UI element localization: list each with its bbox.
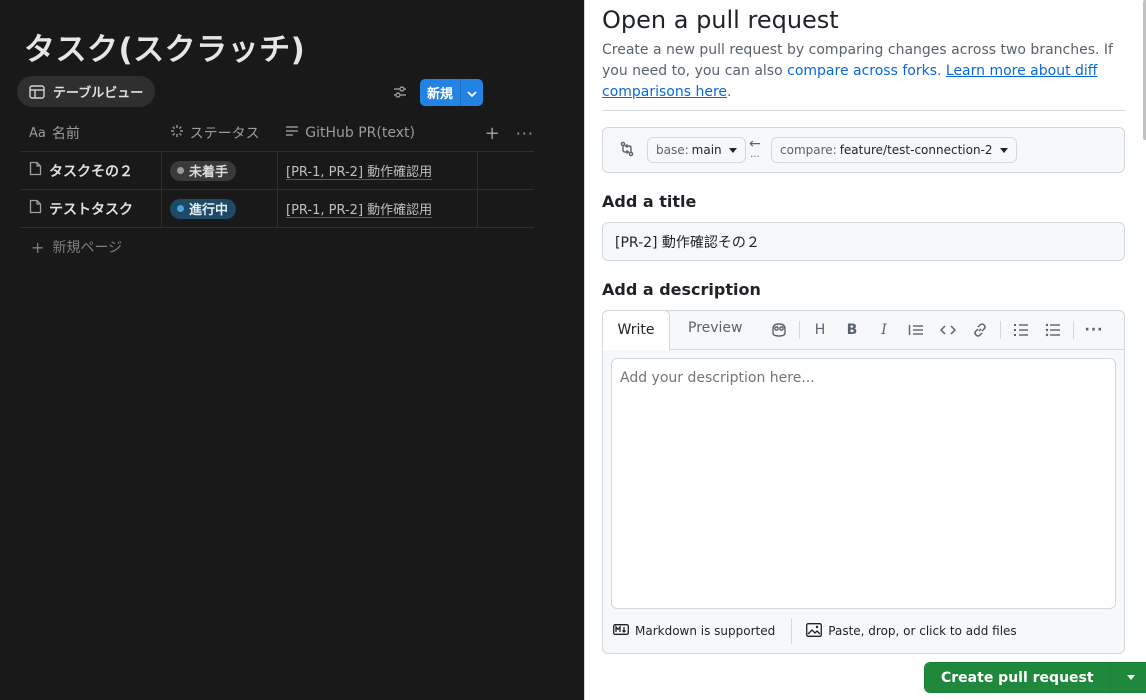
description-textarea[interactable] — [611, 358, 1116, 609]
branch-selector: base: main ← ··· compare: feature/test-co… — [602, 127, 1125, 173]
column-header-status[interactable]: ステータス — [162, 115, 278, 151]
status-badge: 進行中 — [170, 198, 237, 219]
chevron-down-icon — [466, 83, 478, 102]
github-pr-panel: Open a pull request Create a new pull re… — [584, 0, 1146, 700]
copilot-icon[interactable] — [763, 319, 795, 341]
caret-down-icon — [728, 147, 737, 153]
divider — [602, 110, 1125, 111]
notion-panel: タスク(スクラッチ) テーブルビュー 新規 Aa 名前 ステータス GitHub… — [0, 0, 584, 700]
caret-down-icon — [1126, 675, 1135, 680]
page-icon — [29, 199, 42, 218]
table-view-tab[interactable]: テーブルビュー — [17, 76, 156, 107]
table-icon — [29, 84, 45, 99]
page-description: Create a new pull request by comparing c… — [602, 42, 1113, 100]
new-button-group: 新規 — [420, 79, 484, 106]
editor-footer: Markdown is supported Paste, drop, or cl… — [611, 617, 1116, 645]
create-pull-request-button[interactable]: Create pull request — [925, 663, 1110, 692]
column-header-name[interactable]: Aa 名前 — [21, 115, 162, 151]
description-editor: Write Preview H B I ··· Add your descrip… — [602, 310, 1125, 654]
plus-icon[interactable]: + — [485, 123, 500, 144]
description-label: Add a description — [602, 280, 761, 299]
status-badge: 未着手 — [170, 160, 237, 181]
database-table: Aa 名前 ステータス GitHub PR(text) + ··· タスクその２… — [21, 115, 534, 228]
row-name-cell[interactable]: テストタスク — [21, 190, 162, 227]
filter-icon[interactable] — [390, 82, 410, 102]
column-header-github-pr[interactable]: GitHub PR(text) — [277, 115, 476, 151]
title-input[interactable] — [602, 222, 1125, 261]
row-pr-cell[interactable]: [PR-1, PR-2] 動作確認用 — [278, 152, 478, 189]
row-status-cell[interactable]: 進行中 — [162, 190, 278, 227]
table-header: Aa 名前 ステータス GitHub PR(text) + ··· — [21, 115, 534, 152]
unordered-list-icon[interactable] — [1037, 319, 1069, 341]
row-name-cell[interactable]: タスクその２ — [21, 152, 162, 189]
image-icon — [806, 622, 823, 640]
attach-files-button[interactable]: Paste, drop, or click to add files — [806, 622, 1017, 640]
more-icon[interactable]: ··· — [1078, 319, 1110, 341]
quote-icon[interactable] — [900, 319, 932, 341]
git-compare-icon — [619, 141, 635, 161]
bold-icon[interactable]: B — [836, 319, 868, 341]
page-icon — [29, 161, 42, 180]
ordered-list-icon[interactable] — [1005, 319, 1037, 341]
footer-separator — [791, 618, 793, 644]
code-icon[interactable] — [932, 319, 964, 341]
markdown-supported-link[interactable]: Markdown is supported — [613, 624, 775, 638]
add-page-button[interactable]: + 新規ページ — [31, 237, 122, 257]
heading-icon[interactable]: H — [804, 319, 836, 341]
table-row[interactable]: テストタスク 進行中 [PR-1, PR-2] 動作確認用 — [21, 190, 534, 228]
tab-preview[interactable]: Preview — [688, 320, 743, 336]
new-button[interactable]: 新規 — [420, 79, 461, 106]
database-title[interactable]: タスク(スクラッチ) — [24, 24, 305, 69]
toolbar-separator — [1000, 321, 1001, 339]
compare-forks-link[interactable]: compare across forks — [787, 63, 937, 79]
caret-down-icon — [999, 147, 1008, 153]
title-label: Add a title — [602, 192, 697, 211]
link-icon[interactable] — [964, 319, 996, 341]
more-icon[interactable]: ··· — [516, 124, 534, 143]
markdown-icon — [613, 624, 629, 638]
compare-branch-dropdown[interactable]: compare: feature/test-connection-2 — [771, 137, 1017, 163]
lines-icon — [285, 125, 299, 141]
row-status-cell[interactable]: 未着手 — [162, 152, 278, 189]
create-pr-dropdown-button[interactable] — [1109, 663, 1146, 692]
italic-icon[interactable]: I — [868, 319, 900, 341]
base-branch-dropdown[interactable]: base: main — [647, 137, 746, 163]
arrow-left-icon: ← ··· — [749, 136, 761, 163]
new-dropdown-button[interactable] — [460, 79, 484, 106]
tab-write[interactable]: Write — [602, 310, 670, 350]
status-icon — [170, 124, 184, 142]
table-row[interactable]: タスクその２ 未着手 [PR-1, PR-2] 動作確認用 — [21, 152, 534, 190]
plus-icon: + — [31, 237, 45, 257]
create-pr-button-group: Create pull request — [924, 662, 1146, 693]
view-tab-label: テーブルビュー — [53, 86, 144, 101]
tab-divider — [669, 349, 1124, 350]
toolbar-separator — [1073, 321, 1074, 339]
row-pr-cell[interactable]: [PR-1, PR-2] 動作確認用 — [278, 190, 478, 227]
text-icon: Aa — [29, 125, 46, 141]
header-actions: + ··· — [477, 115, 534, 151]
markdown-toolbar: H B I ··· — [763, 319, 1110, 341]
editor-tabs: Write Preview H B I ··· — [602, 310, 1124, 350]
page-title: Open a pull request — [602, 6, 839, 34]
toolbar-separator — [799, 321, 800, 339]
